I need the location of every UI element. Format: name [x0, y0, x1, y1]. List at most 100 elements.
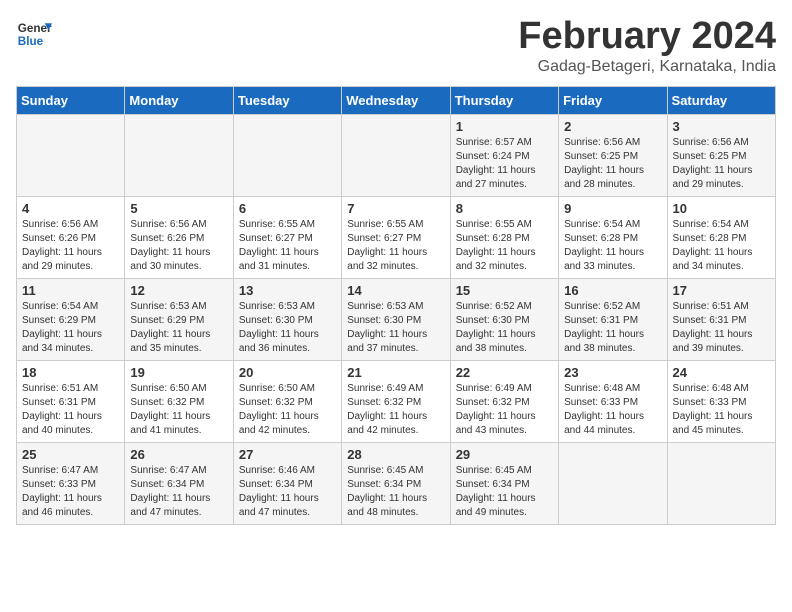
- calendar-cell: 18 Sunrise: 6:51 AM Sunset: 6:31 PM Dayli…: [17, 360, 125, 442]
- day-info: Sunrise: 6:53 AM Sunset: 6:29 PM Dayligh…: [130, 300, 227, 356]
- calendar-cell: 14 Sunrise: 6:53 AM Sunset: 6:30 PM Dayli…: [342, 278, 450, 360]
- calendar-cell: [233, 114, 341, 196]
- calendar-cell: 19 Sunrise: 6:50 AM Sunset: 6:32 PM Dayli…: [125, 360, 233, 442]
- day-number: 5: [130, 201, 227, 216]
- calendar-cell: 10 Sunrise: 6:54 AM Sunset: 6:28 PM Dayli…: [667, 196, 775, 278]
- calendar-cell: 24 Sunrise: 6:48 AM Sunset: 6:33 PM Dayli…: [667, 360, 775, 442]
- calendar-cell: 20Sunrise: 6:50 AM Sunset: 6:32 PM Dayli…: [233, 360, 341, 442]
- day-number: 13: [239, 283, 336, 298]
- logo-icon: General Blue: [16, 16, 52, 52]
- calendar-cell: 5 Sunrise: 6:56 AM Sunset: 6:26 PM Daylig…: [125, 196, 233, 278]
- calendar-cell: 1 Sunrise: 6:57 AM Sunset: 6:24 PM Daylig…: [450, 114, 558, 196]
- calendar-cell: [125, 114, 233, 196]
- col-wednesday: Wednesday: [342, 86, 450, 114]
- day-info: Sunrise: 6:49 AM Sunset: 6:32 PM Dayligh…: [456, 382, 553, 438]
- calendar-cell: [667, 442, 775, 524]
- day-info: Sunrise: 6:48 AM Sunset: 6:33 PM Dayligh…: [673, 382, 770, 438]
- calendar-cell: 13 Sunrise: 6:53 AM Sunset: 6:30 PM Dayli…: [233, 278, 341, 360]
- calendar-cell: 29Sunrise: 6:45 AM Sunset: 6:34 PM Dayli…: [450, 442, 558, 524]
- svg-text:Blue: Blue: [18, 35, 44, 48]
- calendar-cell: [342, 114, 450, 196]
- day-number: 23: [564, 365, 661, 380]
- day-info: Sunrise: 6:51 AM Sunset: 6:31 PM Dayligh…: [22, 382, 119, 438]
- day-info: Sunrise: 6:56 AM Sunset: 6:25 PM Dayligh…: [564, 136, 661, 192]
- day-info: Sunrise: 6:55 AM Sunset: 6:27 PM Dayligh…: [239, 218, 336, 274]
- header-row: Sunday Monday Tuesday Wednesday Thursday…: [17, 86, 776, 114]
- logo: General Blue General Blue: [16, 16, 52, 52]
- day-number: 14: [347, 283, 444, 298]
- calendar-cell: 6 Sunrise: 6:55 AM Sunset: 6:27 PM Daylig…: [233, 196, 341, 278]
- location-title: Gadag-Betageri, Karnataka, India: [518, 58, 776, 76]
- day-number: 22: [456, 365, 553, 380]
- day-info: Sunrise: 6:56 AM Sunset: 6:26 PM Dayligh…: [22, 218, 119, 274]
- calendar-cell: 8Sunrise: 6:55 AM Sunset: 6:28 PM Daylig…: [450, 196, 558, 278]
- calendar-cell: 23Sunrise: 6:48 AM Sunset: 6:33 PM Dayli…: [559, 360, 667, 442]
- calendar-cell: 7Sunrise: 6:55 AM Sunset: 6:27 PM Daylig…: [342, 196, 450, 278]
- day-number: 21: [347, 365, 444, 380]
- week-row-3: 11Sunrise: 6:54 AM Sunset: 6:29 PM Dayli…: [17, 278, 776, 360]
- day-info: Sunrise: 6:49 AM Sunset: 6:32 PM Dayligh…: [347, 382, 444, 438]
- day-info: Sunrise: 6:53 AM Sunset: 6:30 PM Dayligh…: [347, 300, 444, 356]
- calendar-cell: 3 Sunrise: 6:56 AM Sunset: 6:25 PM Daylig…: [667, 114, 775, 196]
- day-number: 25: [22, 447, 119, 462]
- day-number: 4: [22, 201, 119, 216]
- week-row-4: 18 Sunrise: 6:51 AM Sunset: 6:31 PM Dayli…: [17, 360, 776, 442]
- day-number: 3: [673, 119, 770, 134]
- day-info: Sunrise: 6:53 AM Sunset: 6:30 PM Dayligh…: [239, 300, 336, 356]
- day-info: Sunrise: 6:47 AM Sunset: 6:33 PM Dayligh…: [22, 464, 119, 520]
- col-tuesday: Tuesday: [233, 86, 341, 114]
- day-number: 2: [564, 119, 661, 134]
- col-sunday: Sunday: [17, 86, 125, 114]
- day-info: Sunrise: 6:57 AM Sunset: 6:24 PM Dayligh…: [456, 136, 553, 192]
- header: General Blue General Blue February 2024 …: [16, 16, 776, 76]
- calendar-cell: 21 Sunrise: 6:49 AM Sunset: 6:32 PM Dayli…: [342, 360, 450, 442]
- week-row-1: 1 Sunrise: 6:57 AM Sunset: 6:24 PM Daylig…: [17, 114, 776, 196]
- day-info: Sunrise: 6:52 AM Sunset: 6:31 PM Dayligh…: [564, 300, 661, 356]
- day-number: 18: [22, 365, 119, 380]
- day-number: 26: [130, 447, 227, 462]
- col-thursday: Thursday: [450, 86, 558, 114]
- day-info: Sunrise: 6:55 AM Sunset: 6:28 PM Dayligh…: [456, 218, 553, 274]
- calendar-cell: [559, 442, 667, 524]
- calendar-cell: 2 Sunrise: 6:56 AM Sunset: 6:25 PM Daylig…: [559, 114, 667, 196]
- calendar-cell: 22 Sunrise: 6:49 AM Sunset: 6:32 PM Dayli…: [450, 360, 558, 442]
- day-number: 6: [239, 201, 336, 216]
- day-info: Sunrise: 6:46 AM Sunset: 6:34 PM Dayligh…: [239, 464, 336, 520]
- calendar-cell: [17, 114, 125, 196]
- day-number: 20: [239, 365, 336, 380]
- calendar-table: Sunday Monday Tuesday Wednesday Thursday…: [16, 86, 776, 525]
- day-number: 19: [130, 365, 227, 380]
- calendar-cell: 9 Sunrise: 6:54 AM Sunset: 6:28 PM Daylig…: [559, 196, 667, 278]
- calendar-cell: 26Sunrise: 6:47 AM Sunset: 6:34 PM Dayli…: [125, 442, 233, 524]
- day-number: 12: [130, 283, 227, 298]
- calendar-cell: 27Sunrise: 6:46 AM Sunset: 6:34 PM Dayli…: [233, 442, 341, 524]
- calendar-cell: 4 Sunrise: 6:56 AM Sunset: 6:26 PM Daylig…: [17, 196, 125, 278]
- day-number: 29: [456, 447, 553, 462]
- calendar-cell: 28Sunrise: 6:45 AM Sunset: 6:34 PM Dayli…: [342, 442, 450, 524]
- calendar-cell: 16 Sunrise: 6:52 AM Sunset: 6:31 PM Dayli…: [559, 278, 667, 360]
- title-area: February 2024 Gadag-Betageri, Karnataka,…: [518, 16, 776, 76]
- day-info: Sunrise: 6:54 AM Sunset: 6:28 PM Dayligh…: [564, 218, 661, 274]
- calendar-cell: 15 Sunrise: 6:52 AM Sunset: 6:30 PM Dayli…: [450, 278, 558, 360]
- day-info: Sunrise: 6:52 AM Sunset: 6:30 PM Dayligh…: [456, 300, 553, 356]
- calendar-cell: 11Sunrise: 6:54 AM Sunset: 6:29 PM Dayli…: [17, 278, 125, 360]
- day-number: 7: [347, 201, 444, 216]
- day-info: Sunrise: 6:56 AM Sunset: 6:25 PM Dayligh…: [673, 136, 770, 192]
- calendar-cell: 17 Sunrise: 6:51 AM Sunset: 6:31 PM Dayli…: [667, 278, 775, 360]
- day-number: 16: [564, 283, 661, 298]
- day-info: Sunrise: 6:54 AM Sunset: 6:28 PM Dayligh…: [673, 218, 770, 274]
- day-number: 24: [673, 365, 770, 380]
- day-number: 17: [673, 283, 770, 298]
- day-info: Sunrise: 6:50 AM Sunset: 6:32 PM Dayligh…: [130, 382, 227, 438]
- month-title: February 2024: [518, 16, 776, 58]
- day-number: 9: [564, 201, 661, 216]
- day-number: 1: [456, 119, 553, 134]
- day-number: 15: [456, 283, 553, 298]
- week-row-2: 4 Sunrise: 6:56 AM Sunset: 6:26 PM Daylig…: [17, 196, 776, 278]
- day-info: Sunrise: 6:56 AM Sunset: 6:26 PM Dayligh…: [130, 218, 227, 274]
- week-row-5: 25 Sunrise: 6:47 AM Sunset: 6:33 PM Dayli…: [17, 442, 776, 524]
- day-number: 10: [673, 201, 770, 216]
- day-info: Sunrise: 6:51 AM Sunset: 6:31 PM Dayligh…: [673, 300, 770, 356]
- calendar-cell: 25 Sunrise: 6:47 AM Sunset: 6:33 PM Dayli…: [17, 442, 125, 524]
- day-number: 11: [22, 283, 119, 298]
